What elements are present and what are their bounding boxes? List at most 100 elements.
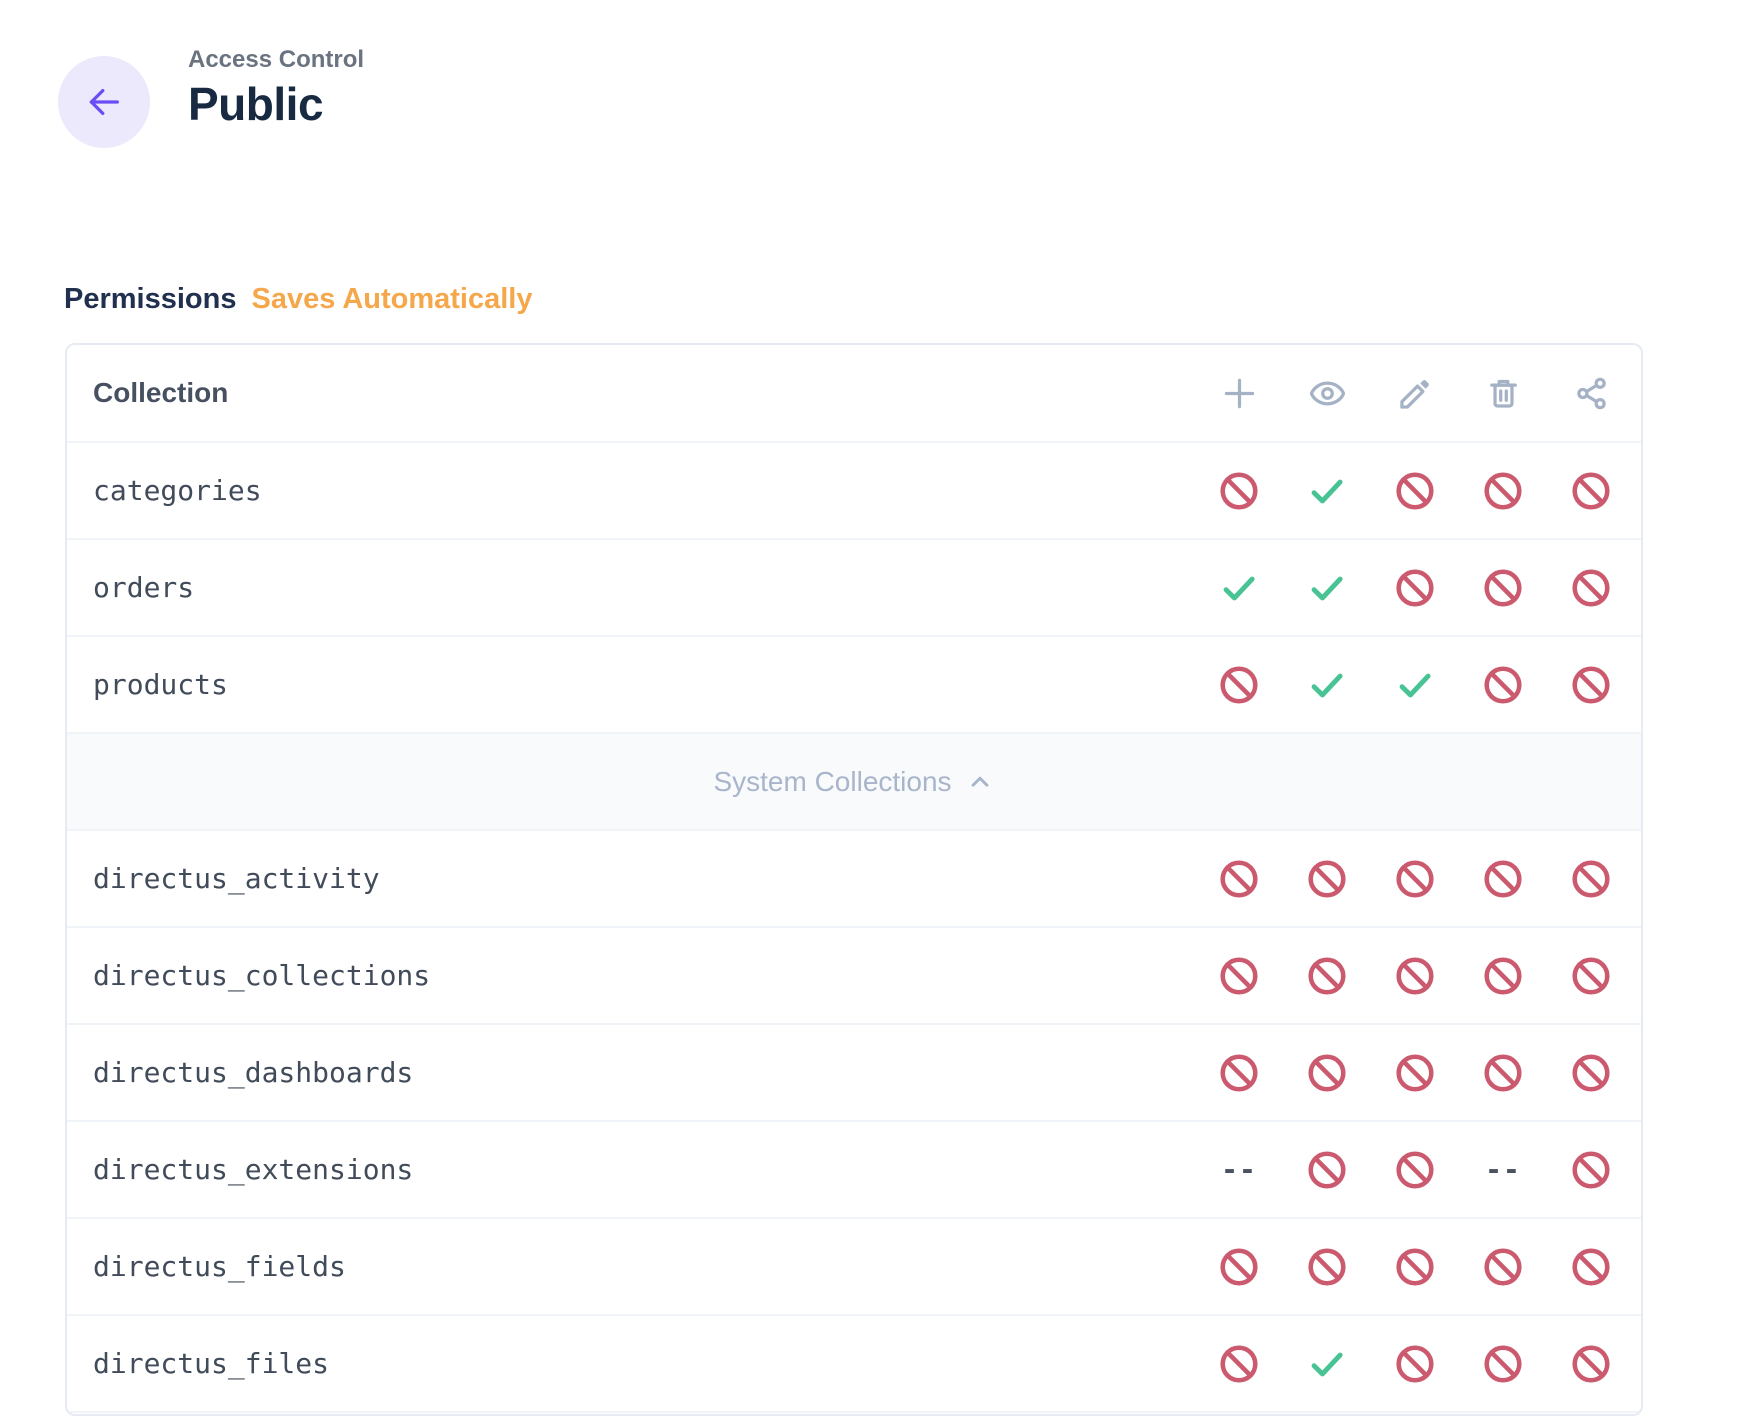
access-control-page: Access Control Public PermissionsSaves A… — [0, 0, 1760, 1416]
block-icon — [1482, 1246, 1524, 1288]
permission-cells — [1195, 858, 1635, 900]
permission-update-blocked-icon[interactable] — [1371, 1149, 1459, 1191]
column-header-delete — [1459, 375, 1547, 412]
table-row: directus_dashboards — [67, 1023, 1641, 1120]
permission-delete-blocked-icon[interactable] — [1459, 955, 1547, 997]
permission-delete-blocked-icon[interactable] — [1459, 664, 1547, 706]
check-icon — [1218, 567, 1260, 609]
collection-name: products — [93, 668, 1195, 701]
table-row: products — [67, 635, 1641, 732]
block-icon — [1482, 1343, 1524, 1385]
block-icon — [1218, 1246, 1260, 1288]
collection-name: directus_collections — [93, 959, 1195, 992]
permissions-table: Collection categoriesordersproductsSyste… — [65, 343, 1643, 1416]
permission-update-blocked-icon[interactable] — [1371, 1246, 1459, 1288]
permission-share-blocked-icon[interactable] — [1547, 1246, 1635, 1288]
permission-cells — [1195, 664, 1635, 706]
permission-share-blocked-icon[interactable] — [1547, 858, 1635, 900]
block-icon — [1482, 664, 1524, 706]
block-icon — [1394, 955, 1436, 997]
permission-create-blocked-icon[interactable] — [1195, 1343, 1283, 1385]
permission-cells — [1195, 470, 1635, 512]
permission-update-blocked-icon[interactable] — [1371, 858, 1459, 900]
table-body: categoriesordersproductsSystem Collectio… — [67, 441, 1641, 1416]
system-collections-toggle[interactable]: System Collections — [67, 732, 1641, 829]
permission-update-blocked-icon[interactable] — [1371, 1343, 1459, 1385]
block-icon — [1482, 567, 1524, 609]
permission-update-allowed-icon[interactable] — [1371, 664, 1459, 706]
check-icon — [1306, 470, 1348, 512]
permission-update-blocked-icon[interactable] — [1371, 567, 1459, 609]
permission-update-blocked-icon[interactable] — [1371, 955, 1459, 997]
permission-delete-blocked-icon[interactable] — [1459, 567, 1547, 609]
permission-delete-blocked-icon[interactable] — [1459, 1052, 1547, 1094]
page-header: Access Control Public — [58, 56, 364, 148]
permission-cells — [1195, 955, 1635, 997]
block-icon — [1218, 470, 1260, 512]
block-icon — [1570, 955, 1612, 997]
permission-create-blocked-icon[interactable] — [1195, 470, 1283, 512]
permission-read-blocked-icon[interactable] — [1283, 1149, 1371, 1191]
block-icon — [1570, 1246, 1612, 1288]
block-icon — [1570, 1052, 1612, 1094]
permission-read-allowed-icon[interactable] — [1283, 567, 1371, 609]
permission-share-blocked-icon[interactable] — [1547, 1149, 1635, 1191]
permission-cells — [1195, 1052, 1635, 1094]
permission-create-blocked-icon[interactable] — [1195, 858, 1283, 900]
block-icon — [1394, 567, 1436, 609]
pencil-icon — [1397, 375, 1434, 412]
permission-update-blocked-icon[interactable] — [1371, 470, 1459, 512]
permission-update-blocked-icon[interactable] — [1371, 1052, 1459, 1094]
check-icon — [1306, 567, 1348, 609]
permission-read-allowed-icon[interactable] — [1283, 664, 1371, 706]
collection-name: directus_extensions — [93, 1153, 1195, 1186]
block-icon — [1570, 567, 1612, 609]
permission-share-blocked-icon[interactable] — [1547, 567, 1635, 609]
permission-delete-blocked-icon[interactable] — [1459, 858, 1547, 900]
block-icon — [1394, 470, 1436, 512]
block-icon — [1218, 1343, 1260, 1385]
permission-cells: ---- — [1195, 1149, 1635, 1191]
block-icon — [1218, 858, 1260, 900]
block-icon — [1570, 1343, 1612, 1385]
back-button[interactable] — [58, 56, 150, 148]
permission-read-blocked-icon[interactable] — [1283, 955, 1371, 997]
permission-share-blocked-icon[interactable] — [1547, 664, 1635, 706]
table-row: directus_collections — [67, 926, 1641, 1023]
collection-name: directus_fields — [93, 1250, 1195, 1283]
permission-delete-blocked-icon[interactable] — [1459, 1343, 1547, 1385]
block-icon — [1394, 1246, 1436, 1288]
breadcrumb[interactable]: Access Control — [188, 46, 364, 74]
permission-read-allowed-icon[interactable] — [1283, 1343, 1371, 1385]
permission-delete-blocked-icon[interactable] — [1459, 1246, 1547, 1288]
page-title: Public — [188, 77, 364, 131]
block-icon — [1482, 858, 1524, 900]
permission-create-none-indicator: -- — [1195, 1149, 1283, 1191]
permission-share-blocked-icon[interactable] — [1547, 955, 1635, 997]
permission-read-blocked-icon[interactable] — [1283, 1052, 1371, 1094]
permission-create-blocked-icon[interactable] — [1195, 1052, 1283, 1094]
permission-share-blocked-icon[interactable] — [1547, 1052, 1635, 1094]
permission-create-blocked-icon[interactable] — [1195, 1246, 1283, 1288]
plus-icon — [1221, 375, 1258, 412]
permission-create-blocked-icon[interactable] — [1195, 955, 1283, 997]
check-icon — [1306, 1343, 1348, 1385]
header-titles: Access Control Public — [188, 46, 364, 131]
permission-share-blocked-icon[interactable] — [1547, 1343, 1635, 1385]
block-icon — [1394, 1052, 1436, 1094]
block-icon — [1482, 1052, 1524, 1094]
trash-icon — [1485, 375, 1522, 412]
chevron-up-icon — [965, 767, 995, 797]
permission-read-allowed-icon[interactable] — [1283, 470, 1371, 512]
permissions-section-heading: PermissionsSaves Automatically — [64, 283, 532, 316]
table-row: directus_activity — [67, 829, 1641, 926]
permission-read-blocked-icon[interactable] — [1283, 858, 1371, 900]
column-header-share — [1547, 375, 1635, 412]
permission-delete-blocked-icon[interactable] — [1459, 470, 1547, 512]
permission-read-blocked-icon[interactable] — [1283, 1246, 1371, 1288]
permission-share-blocked-icon[interactable] — [1547, 470, 1635, 512]
permission-create-allowed-icon[interactable] — [1195, 567, 1283, 609]
block-icon — [1218, 664, 1260, 706]
table-header-row: Collection — [67, 345, 1641, 441]
permission-create-blocked-icon[interactable] — [1195, 664, 1283, 706]
